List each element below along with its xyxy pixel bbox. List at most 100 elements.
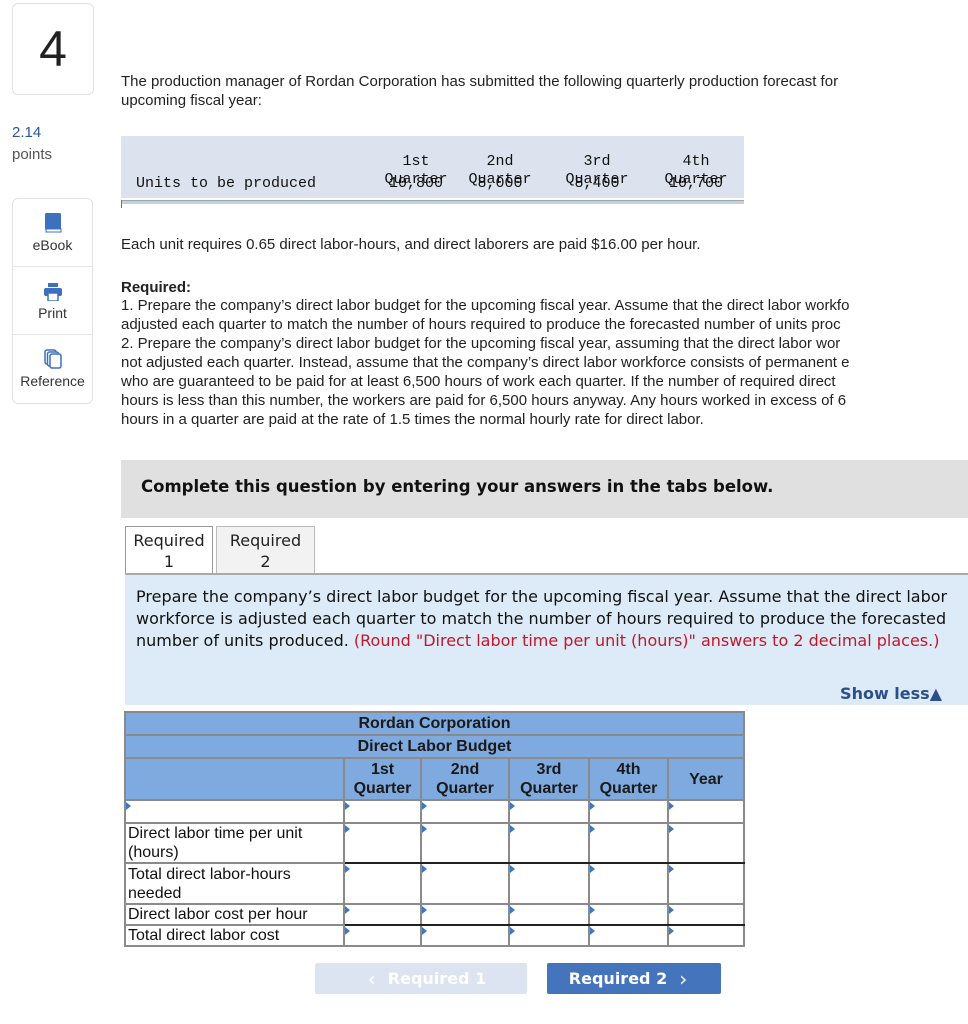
budget-title: Direct Labor Budget xyxy=(124,734,745,759)
direct-labor-budget-table: Rordan Corporation Direct Labor Budget 1… xyxy=(124,711,745,947)
budget-cell[interactable] xyxy=(343,799,422,824)
required-line: adjusted each quarter to match the numbe… xyxy=(121,316,841,333)
budget-cell[interactable] xyxy=(588,822,669,864)
budget-row: Direct labor cost per hour xyxy=(124,903,745,926)
budget-cell[interactable] xyxy=(667,799,745,824)
budget-col-q4: 4th Quarter xyxy=(588,757,669,801)
tab-required-2[interactable]: Required 2 xyxy=(216,526,315,574)
budget-cell-input[interactable] xyxy=(590,802,667,821)
budget-cell[interactable] xyxy=(343,862,422,905)
printer-icon xyxy=(43,281,63,301)
budget-cell[interactable] xyxy=(343,822,422,864)
budget-cell-input[interactable] xyxy=(510,926,588,945)
row-label-input[interactable] xyxy=(128,802,343,821)
budget-cell-input[interactable] xyxy=(422,905,508,924)
budget-cell-input[interactable] xyxy=(510,802,588,821)
ebook-label: eBook xyxy=(32,236,73,253)
required-line: hours in a quarter are paid at the rate … xyxy=(121,411,704,428)
budget-company-name: Rordan Corporation xyxy=(124,711,745,736)
budget-cell[interactable] xyxy=(508,903,590,926)
budget-cell[interactable] xyxy=(667,924,745,947)
budget-cell-input[interactable] xyxy=(345,833,420,853)
required-line: who are guaranteed to be paid for at lea… xyxy=(121,373,836,390)
reference-label: Reference xyxy=(20,373,85,389)
copy-icon xyxy=(43,349,62,369)
budget-cell[interactable] xyxy=(420,822,510,864)
budget-cell[interactable] xyxy=(420,862,510,905)
budget-cell-input[interactable] xyxy=(510,905,588,924)
intro-line-1: The production manager of Rordan Corpora… xyxy=(121,73,839,90)
budget-row-label: Direct labor cost per hour xyxy=(124,903,345,926)
budget-header-blank xyxy=(124,757,345,801)
budget-cell[interactable] xyxy=(420,903,510,926)
budget-cell[interactable] xyxy=(420,799,510,824)
instruction-banner: Complete this question by entering your … xyxy=(121,460,968,518)
fc-value-q1: 10,800 xyxy=(388,175,443,192)
budget-cell[interactable] xyxy=(667,862,745,905)
budget-cell[interactable] xyxy=(588,799,669,824)
required-line: 2. Prepare the company’s direct labor bu… xyxy=(121,335,841,352)
budget-row-label-input[interactable] xyxy=(124,799,345,824)
budget-row-label: Direct labor time per unit (hours) xyxy=(124,822,345,864)
budget-row: Direct labor time per unit (hours) xyxy=(124,822,745,864)
fc-row-label: Units to be produced xyxy=(136,175,317,192)
budget-cell-input[interactable] xyxy=(345,802,420,821)
budget-row xyxy=(124,799,745,824)
tab-required-1[interactable]: Required 1 xyxy=(125,526,213,574)
required-line: not adjusted each quarter. Instead, assu… xyxy=(121,354,850,371)
budget-cell-input[interactable] xyxy=(669,905,743,924)
budget-cell[interactable] xyxy=(508,799,590,824)
budget-row-label: Total direct labor cost xyxy=(124,924,345,947)
panel-text: Prepare the company’s direct labor budge… xyxy=(136,587,948,650)
budget-cell[interactable] xyxy=(343,924,422,947)
budget-cell-input[interactable] xyxy=(345,926,420,945)
next-required-button[interactable]: Required 2 › xyxy=(547,963,721,994)
show-less-link[interactable]: Show less▲ xyxy=(840,684,942,703)
budget-cell-input[interactable] xyxy=(510,833,588,853)
required-line: hours is less than this number, the work… xyxy=(121,392,847,409)
budget-cell-input[interactable] xyxy=(345,874,420,893)
budget-cell-input[interactable] xyxy=(590,874,667,893)
reference-button[interactable]: Reference xyxy=(13,335,92,403)
prev-required-button[interactable]: ‹ Required 1 xyxy=(315,963,527,994)
table-divider xyxy=(121,200,744,204)
instructions-panel: Prepare the company’s direct labor budge… xyxy=(125,575,968,705)
budget-cell-input[interactable] xyxy=(590,905,667,924)
budget-cell-input[interactable] xyxy=(669,874,743,893)
budget-col-q3: 3rd Quarter xyxy=(508,757,590,801)
print-button[interactable]: Print xyxy=(13,267,92,335)
points-label: points xyxy=(12,146,53,163)
budget-cell-input[interactable] xyxy=(510,874,588,893)
unit-info-text: Each unit requires 0.65 direct labor-hou… xyxy=(121,236,701,253)
ebook-button[interactable]: eBook xyxy=(13,199,92,267)
prev-label: Required 1 xyxy=(387,969,487,988)
budget-cell[interactable] xyxy=(343,903,422,926)
budget-cell[interactable] xyxy=(588,924,669,947)
next-label: Required 2 xyxy=(568,969,668,988)
budget-cell[interactable] xyxy=(508,862,590,905)
budget-cell-input[interactable] xyxy=(590,833,667,853)
print-label: Print xyxy=(38,304,67,321)
budget-cell[interactable] xyxy=(420,924,510,947)
budget-cell-input[interactable] xyxy=(669,833,743,853)
budget-cell[interactable] xyxy=(667,822,745,864)
budget-col-q2: 2nd Quarter xyxy=(420,757,510,801)
budget-cell-input[interactable] xyxy=(669,802,743,821)
budget-cell-input[interactable] xyxy=(422,802,508,821)
required-heading: Required: xyxy=(121,279,192,296)
chevron-left-icon: ‹ xyxy=(367,966,376,991)
budget-cell[interactable] xyxy=(508,924,590,947)
rounding-note: (Round "Direct labor time per unit (hour… xyxy=(353,631,940,650)
budget-cell-input[interactable] xyxy=(669,926,743,945)
budget-cell-input[interactable] xyxy=(590,926,667,945)
budget-cell-input[interactable] xyxy=(345,905,420,924)
budget-cell-input[interactable] xyxy=(422,926,508,945)
chevron-right-icon: › xyxy=(679,966,688,991)
budget-cell[interactable] xyxy=(508,822,590,864)
production-forecast-table: 1st Quarter 2nd Quarter 3rd Quarter 4th Quar… xyxy=(121,136,744,208)
budget-cell[interactable] xyxy=(667,903,745,926)
budget-cell-input[interactable] xyxy=(422,874,508,893)
budget-cell[interactable] xyxy=(588,862,669,905)
budget-cell[interactable] xyxy=(588,903,669,926)
budget-cell-input[interactable] xyxy=(422,833,508,853)
